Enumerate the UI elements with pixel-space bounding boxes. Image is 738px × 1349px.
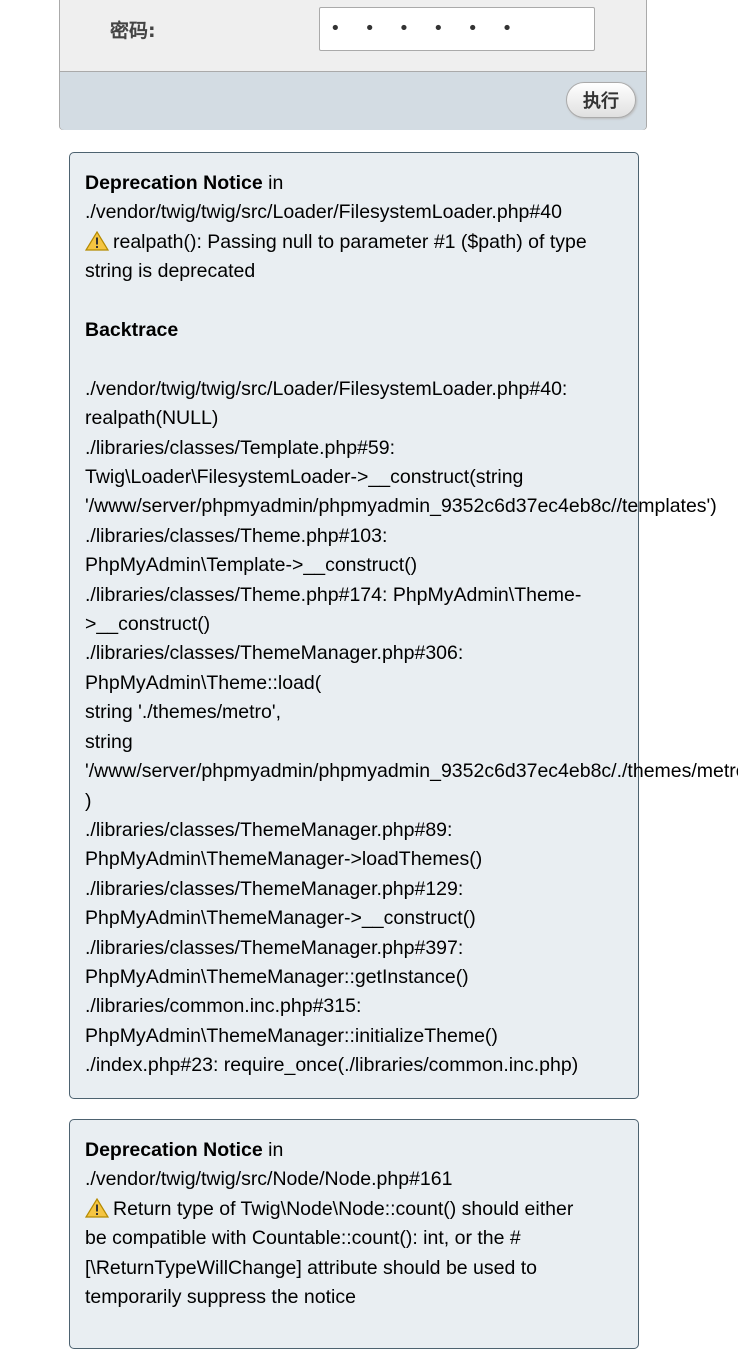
notice-type: Deprecation Notice xyxy=(85,172,263,194)
notice-file: ./vendor/twig/twig/src/Loader/Filesystem… xyxy=(85,201,562,224)
backtrace-line: ./libraries/classes/Template.php#59: xyxy=(85,436,395,459)
backtrace-line: ./libraries/classes/ThemeManager.php#129… xyxy=(85,877,464,900)
backtrace-line: '/www/server/phpmyadmin/phpmyadmin_9352c… xyxy=(85,495,717,518)
backtrace-line: ./libraries/classes/Theme.php#103: xyxy=(85,524,388,547)
go-button[interactable]: 执行 xyxy=(566,82,636,118)
backtrace-line: PhpMyAdmin\ThemeManager::initializeTheme… xyxy=(85,1024,498,1047)
backtrace-line: >__construct() xyxy=(85,613,211,636)
login-footer: 执行 xyxy=(60,71,646,130)
deprecation-notice: Deprecation Notice in ./vendor/twig/twig… xyxy=(69,152,738,1099)
notice-message-line: temporarily suppress the notice xyxy=(85,1286,356,1309)
backtrace-line: ./libraries/classes/ThemeManager.php#397… xyxy=(85,936,464,959)
backtrace-line: PhpMyAdmin\ThemeManager->__construct() xyxy=(85,907,476,930)
warning-icon xyxy=(85,1197,109,1218)
notice-message-line: [\ReturnTypeWillChange] attribute should… xyxy=(85,1256,538,1279)
backtrace-line: '/www/server/phpmyadmin/phpmyadmin_9352c… xyxy=(85,760,738,783)
warning-icon xyxy=(85,230,109,251)
notice-message-line: be compatible with Countable::count(): i… xyxy=(85,1227,521,1250)
notice-type: Deprecation Notice xyxy=(85,1139,263,1161)
backtrace-line: Twig\Loader\FilesystemLoader->__construc… xyxy=(85,466,524,489)
notice-message-line: Return type of Twig\Node\Node::count() s… xyxy=(113,1197,574,1220)
backtrace-line: string xyxy=(85,730,133,753)
login-panel: 密码: • • • • • • 执行 xyxy=(59,0,647,130)
backtrace-line: string './themes/metro', xyxy=(85,701,282,724)
notice-message-line: string is deprecated xyxy=(85,260,256,283)
password-label: 密码: xyxy=(110,20,156,42)
backtrace-line: PhpMyAdmin\Template->__construct() xyxy=(85,554,418,577)
backtrace-line: ./index.php#23: require_once(./libraries… xyxy=(85,1054,579,1077)
backtrace-line: realpath(NULL) xyxy=(85,407,219,430)
backtrace-heading: Backtrace xyxy=(85,319,179,342)
backtrace-line: PhpMyAdmin\Theme::load( xyxy=(85,671,322,694)
backtrace-line: PhpMyAdmin\ThemeManager->loadThemes() xyxy=(85,848,483,871)
notice-in: in xyxy=(262,172,284,194)
deprecation-notice: Deprecation Notice in ./vendor/twig/twig… xyxy=(69,1119,639,1349)
password-input[interactable]: • • • • • • xyxy=(319,7,595,51)
backtrace-line: ./libraries/classes/ThemeManager.php#89: xyxy=(85,818,453,841)
backtrace-line: ./libraries/common.inc.php#315: xyxy=(85,995,362,1018)
notice-in: in xyxy=(262,1139,284,1161)
notice-message-line: realpath(): Passing null to parameter #1… xyxy=(113,230,587,253)
backtrace-line: ) xyxy=(85,789,92,812)
notice-file: ./vendor/twig/twig/src/Node/Node.php#161 xyxy=(85,1168,453,1191)
backtrace-line: PhpMyAdmin\ThemeManager::getInstance() xyxy=(85,965,469,988)
backtrace-line: ./libraries/classes/ThemeManager.php#306… xyxy=(85,642,464,665)
backtrace-line: ./vendor/twig/twig/src/Loader/Filesystem… xyxy=(85,377,568,400)
backtrace-line: ./libraries/classes/Theme.php#174: PhpMy… xyxy=(85,583,582,606)
